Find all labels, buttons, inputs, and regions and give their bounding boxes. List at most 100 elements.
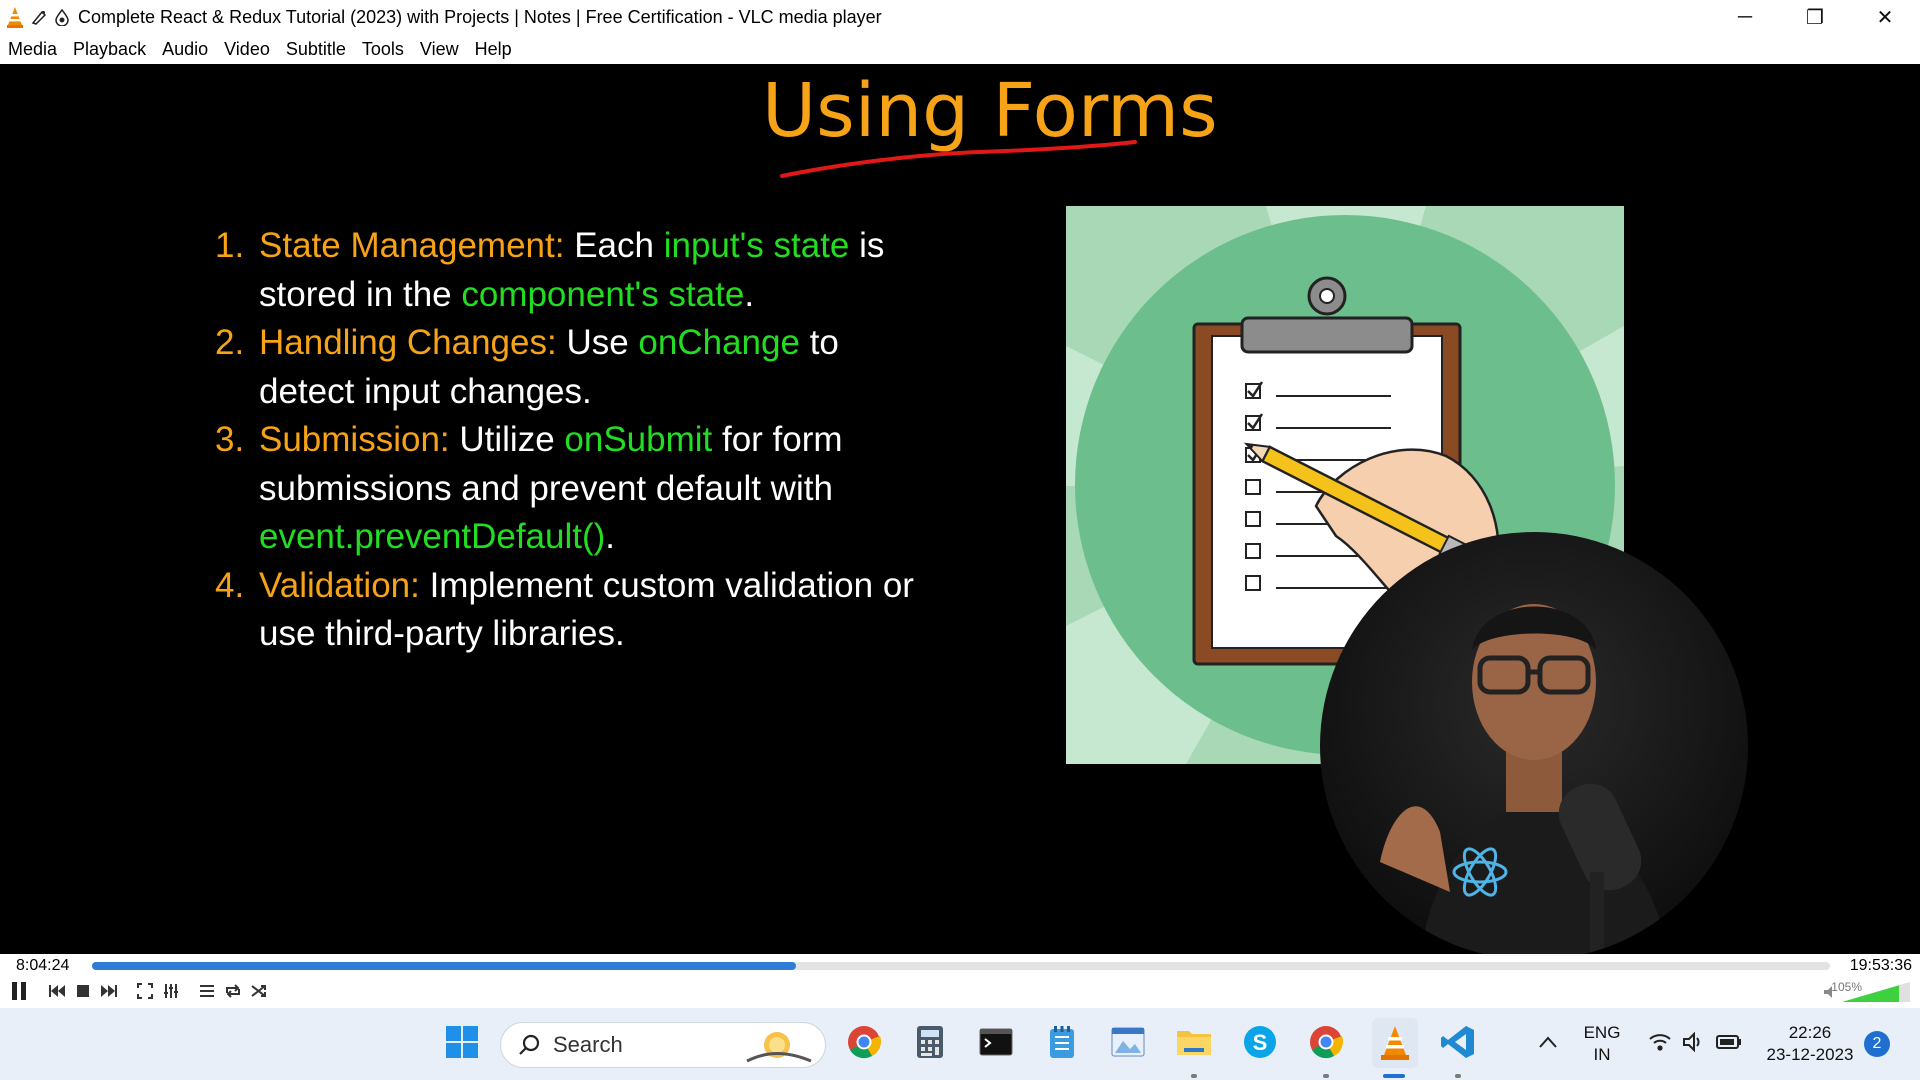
control-buttons xyxy=(6,980,274,1002)
bullet-item: 2. Handling Changes: Use onChange to dete… xyxy=(215,319,935,416)
video-area[interactable]: Using Forms 1. State Management: Each inp… xyxy=(0,64,1920,954)
bullet-body-text: Each xyxy=(564,226,664,265)
bullet-heading: State Management: xyxy=(259,226,565,265)
minimize-button[interactable]: ─ xyxy=(1710,0,1780,34)
search-icon xyxy=(519,1034,540,1055)
show-hidden-icons-button[interactable] xyxy=(1530,1022,1566,1062)
speaker-icon xyxy=(1824,986,1832,998)
notification-badge[interactable]: 2 xyxy=(1864,1031,1890,1057)
restore-button[interactable]: ❐ xyxy=(1780,0,1850,34)
code-keyword: onSubmit xyxy=(564,420,713,459)
bullet-heading: Submission: xyxy=(259,420,450,459)
chrome-icon xyxy=(848,1026,882,1059)
taskbar-terminal[interactable] xyxy=(976,1022,1016,1062)
stop-icon xyxy=(77,985,89,997)
taskbar-notepad[interactable] xyxy=(1042,1022,1082,1062)
presenter-webcam xyxy=(1320,532,1748,954)
notepad-icon xyxy=(1050,1026,1074,1058)
bullet-item: 3. Submission: Utilize onSubmit for form … xyxy=(215,416,935,562)
clock-time: 22:26 xyxy=(1788,1023,1832,1042)
playlist-icon xyxy=(200,985,214,997)
bullet-number: 3. xyxy=(215,420,245,459)
code-keyword: onChange xyxy=(638,323,800,362)
bullet-heading: Validation: xyxy=(259,565,420,605)
skip-forward-icon xyxy=(101,985,117,997)
bullet-body-text: . xyxy=(605,517,616,556)
taskbar: Search S ENG IN 22:26 23-12-2023 xyxy=(0,1008,1920,1080)
seek-bar[interactable] xyxy=(92,962,1830,970)
extended-settings-button[interactable] xyxy=(160,980,182,1002)
pause-button[interactable] xyxy=(6,980,32,1002)
taskbar-search[interactable]: Search xyxy=(500,1022,826,1068)
menu-help[interactable]: Help xyxy=(475,39,512,60)
fullscreen-icon xyxy=(137,983,153,999)
vlc-cone-icon xyxy=(7,7,23,28)
taskbar-vscode[interactable] xyxy=(1438,1022,1478,1062)
loop-button[interactable] xyxy=(222,980,244,1002)
volume-slider[interactable] xyxy=(1822,980,1912,1004)
taskbar-paint[interactable] xyxy=(1108,1022,1148,1062)
playback-controls: 8:04:24 19:53:36 105% xyxy=(0,954,1920,1008)
bullet-number: 2. xyxy=(215,323,245,362)
menu-view[interactable]: View xyxy=(420,39,459,60)
close-button[interactable]: ✕ xyxy=(1850,0,1920,34)
window-title: Complete React & Redux Tutorial (2023) w… xyxy=(78,6,882,27)
taskbar-calculator[interactable] xyxy=(910,1022,950,1062)
title-bar-icons xyxy=(0,6,70,28)
menu-subtitle[interactable]: Subtitle xyxy=(286,39,346,60)
menu-audio[interactable]: Audio xyxy=(162,39,208,60)
start-button[interactable] xyxy=(442,1022,482,1062)
code-keyword: component's state xyxy=(461,274,745,314)
previous-button[interactable] xyxy=(46,980,68,1002)
bullet-item: 4. Validation: Implement custom validatio… xyxy=(215,562,935,659)
ink-drop-icon xyxy=(55,8,69,26)
code-keyword: event.preventDefault() xyxy=(259,517,606,556)
bullet-body-text: Use xyxy=(556,323,639,362)
stop-button[interactable] xyxy=(72,980,94,1002)
system-tray-icons[interactable] xyxy=(1640,1022,1750,1062)
battery-icon xyxy=(1716,1035,1741,1049)
search-highlight-icon xyxy=(746,1032,812,1063)
next-button[interactable] xyxy=(98,980,120,1002)
elapsed-time: 8:04:24 xyxy=(16,957,70,974)
equalizer-icon xyxy=(164,984,178,998)
file-explorer-indicator xyxy=(1191,1074,1197,1078)
seek-progress xyxy=(92,962,796,970)
menu-bar: Media Playback Audio Video Subtitle Tool… xyxy=(0,34,1920,64)
menu-playback[interactable]: Playback xyxy=(73,39,146,60)
bullet-text: Handling Changes: Use onChange to detect… xyxy=(259,319,935,416)
skype-icon: S xyxy=(1244,1026,1276,1058)
menu-tools[interactable]: Tools xyxy=(362,39,404,60)
window-controls: ─ ❐ ✕ xyxy=(1710,0,1920,34)
bullet-number: 4. xyxy=(215,565,245,605)
taskbar-file-explorer[interactable] xyxy=(1174,1022,1214,1062)
chrome-indicator xyxy=(1323,1074,1329,1078)
bullet-number: 1. xyxy=(215,226,245,265)
taskbar-vlc[interactable] xyxy=(1372,1018,1418,1068)
taskbar-chrome[interactable] xyxy=(844,1022,884,1062)
vscode-indicator xyxy=(1455,1074,1461,1078)
clock[interactable]: 22:26 23-12-2023 xyxy=(1760,1022,1860,1066)
bullet-heading: Handling Changes: xyxy=(259,323,557,362)
pause-icon xyxy=(12,982,26,1000)
taskbar-skype[interactable]: S xyxy=(1240,1022,1280,1062)
vlc-active-indicator xyxy=(1383,1074,1405,1078)
shuffle-button[interactable] xyxy=(248,980,270,1002)
language-code: ENG xyxy=(1583,1023,1621,1042)
chevron-up-icon xyxy=(1539,1036,1557,1048)
language-indicator[interactable]: ENG IN xyxy=(1580,1022,1624,1066)
bullet-text: Submission: Utilize onSubmit for form su… xyxy=(259,416,935,562)
wifi-icon xyxy=(1649,1034,1671,1051)
fullscreen-button[interactable] xyxy=(134,980,156,1002)
vlc-cone-icon xyxy=(1381,1026,1409,1060)
vscode-icon xyxy=(1441,1026,1474,1058)
bullet-item: 1. State Management: Each input's state i… xyxy=(215,222,935,319)
menu-video[interactable]: Video xyxy=(224,39,270,60)
title-underline xyxy=(780,140,1137,178)
menu-media[interactable]: Media xyxy=(8,39,57,60)
taskbar-chrome-profile[interactable] xyxy=(1306,1022,1346,1062)
svg-text:S: S xyxy=(1253,1030,1268,1055)
total-time: 19:53:36 xyxy=(1849,957,1912,974)
playlist-button[interactable] xyxy=(196,980,218,1002)
terminal-icon xyxy=(979,1028,1013,1056)
